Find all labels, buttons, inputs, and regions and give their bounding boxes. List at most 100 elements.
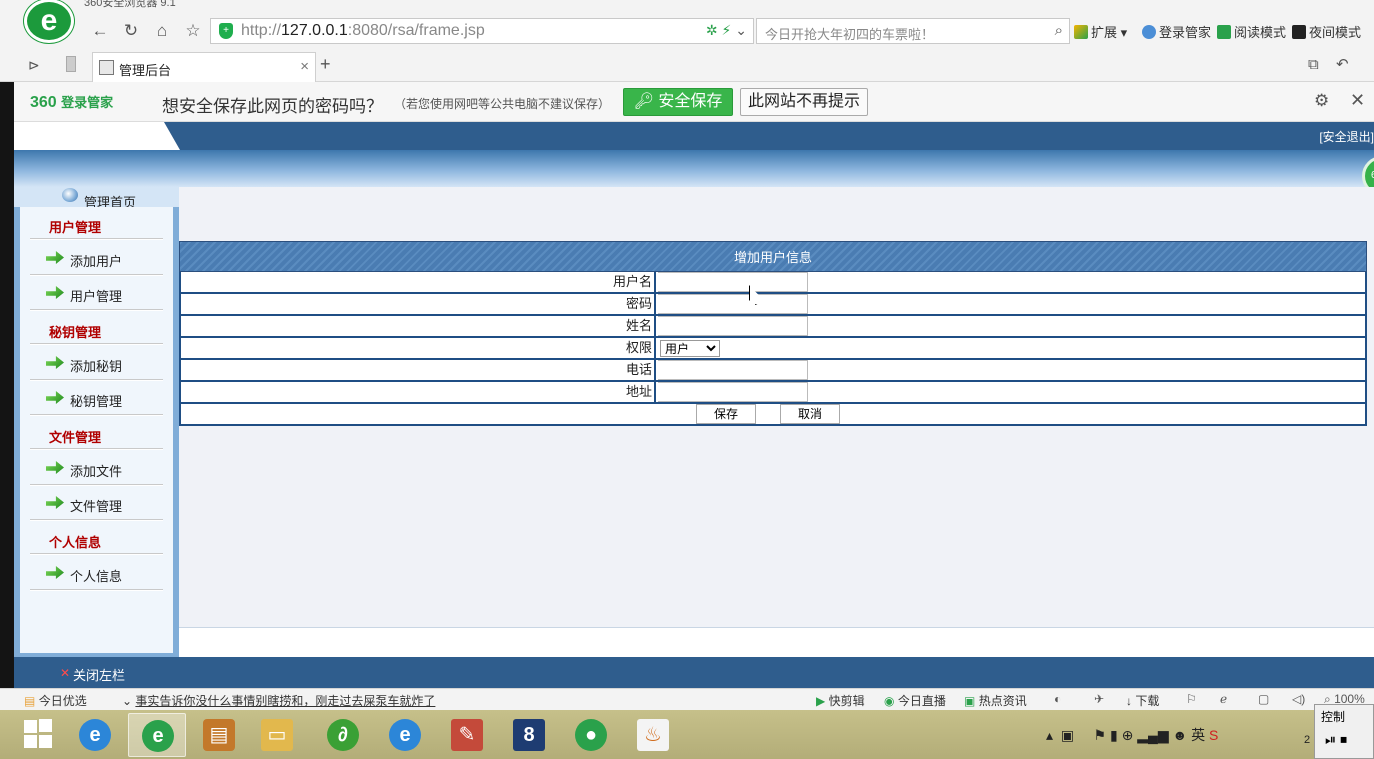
browser360-taskbar-icon[interactable]: e bbox=[128, 713, 186, 757]
close-sidebar-icon[interactable]: ✕ bbox=[60, 666, 70, 680]
accelerate-icon[interactable]: ◐ bbox=[1054, 692, 1061, 706]
play-pause-icon[interactable]: ⏯ bbox=[1325, 731, 1336, 747]
window-icon[interactable]: ▢ bbox=[1258, 692, 1269, 706]
control-label: 控制 bbox=[1321, 710, 1346, 724]
cancel-button[interactable]: 取消 bbox=[780, 404, 840, 424]
today-picks[interactable]: ▤ 今日优选 bbox=[24, 692, 87, 709]
close-icon[interactable]: ✕ bbox=[1350, 90, 1365, 111]
clock[interactable]: 2 bbox=[1304, 734, 1310, 746]
key-icon: 🔑︎ bbox=[633, 93, 654, 110]
stop-icon[interactable]: ⏹ bbox=[1340, 731, 1347, 747]
tray-lang[interactable]: 英 bbox=[1191, 727, 1205, 743]
sidebar-item-label: 添加文件 bbox=[70, 464, 123, 479]
java-taskbar-icon[interactable]: ♨ bbox=[624, 713, 682, 757]
gear-icon[interactable]: ⚙ bbox=[1314, 91, 1329, 111]
lightning-icon[interactable]: ⚡ bbox=[722, 22, 732, 38]
sidebar-item-label: 用户管理 bbox=[70, 289, 123, 304]
undo-close-icon[interactable]: ↶ bbox=[1336, 55, 1349, 73]
reading-mode-button[interactable]: 阅读模式 bbox=[1217, 22, 1286, 41]
flag-icon[interactable]: ⚐ bbox=[1186, 692, 1197, 706]
menu-group-user[interactable]: 用户管理 bbox=[30, 207, 163, 239]
sidebar-toggle-icon[interactable]: ⊳ bbox=[28, 57, 40, 74]
pin-icon[interactable]: ✈ bbox=[1094, 692, 1104, 706]
menu-group-file[interactable]: 文件管理 bbox=[30, 417, 163, 449]
address-url[interactable]: http://127.0.0.1:8080/rsa/frame.jsp bbox=[241, 22, 485, 40]
tray-update-icon[interactable]: ⊕ bbox=[1122, 727, 1134, 743]
editor-taskbar-icon[interactable]: 8 bbox=[500, 713, 558, 757]
download-button[interactable]: ↓ 下载 bbox=[1126, 692, 1159, 709]
tray-flag-icon[interactable]: ⚑ bbox=[1094, 727, 1107, 743]
refresh-icon[interactable]: ↻ bbox=[120, 20, 142, 42]
sidebar-item-key-management[interactable]: 秘钥管理 bbox=[30, 380, 163, 415]
tab-admin[interactable]: 管理后台 × bbox=[92, 52, 316, 82]
ie-taskbar-icon[interactable]: e bbox=[66, 713, 124, 757]
news-ticker[interactable]: ⌄ 事实告诉你没什么事情别瞎捞和，刚走过去屎泵车就炸了 bbox=[122, 692, 435, 709]
tray-app-icon[interactable]: ▣ bbox=[1061, 727, 1074, 743]
role-select[interactable]: 用户 bbox=[660, 340, 720, 357]
new-tab-button[interactable]: + bbox=[320, 54, 331, 75]
windows-start-icon[interactable] bbox=[24, 719, 54, 749]
never-prompt-button[interactable]: 此网站不再提示 bbox=[740, 88, 868, 116]
star-icon[interactable]: ☆ bbox=[182, 20, 204, 42]
page-favicon-icon bbox=[99, 60, 114, 75]
username-input[interactable] bbox=[658, 272, 808, 292]
sidebar-item-file-management[interactable]: 文件管理 bbox=[30, 485, 163, 520]
tray-ime-icon[interactable]: S bbox=[1209, 727, 1218, 743]
tray-expand-icon[interactable]: ▴ bbox=[1046, 727, 1053, 743]
back-icon[interactable]: ← bbox=[89, 20, 111, 42]
save-button[interactable]: 保存 bbox=[696, 404, 756, 424]
notepad-taskbar-icon[interactable]: ✎ bbox=[438, 713, 496, 757]
control-buttons[interactable]: ⏯ ⏹ bbox=[1325, 731, 1347, 748]
tray-device-icon[interactable]: ▮ bbox=[1110, 727, 1118, 743]
address-bar[interactable]: + http://127.0.0.1:8080/rsa/frame.jsp ✲ … bbox=[210, 18, 754, 44]
hot-news-button[interactable]: ▣ 热点资讯 bbox=[964, 692, 1027, 709]
safe-save-label: 安全保存 bbox=[658, 93, 723, 110]
search-icon[interactable]: ⌕ bbox=[1055, 22, 1063, 39]
brand-text: 登录管家 bbox=[61, 95, 114, 110]
logout-link[interactable]: [安全退出] bbox=[1319, 128, 1374, 145]
phone-input[interactable] bbox=[658, 360, 808, 380]
tray-network-icon[interactable]: ▂▄▆ bbox=[1137, 727, 1168, 743]
address-input[interactable] bbox=[658, 382, 808, 402]
name-input[interactable] bbox=[658, 316, 808, 336]
tab-bar: ⊳ 管理后台 × + ⧉ ↶ bbox=[0, 48, 1374, 82]
safe-save-button[interactable]: 🔑︎ 安全保存 bbox=[623, 88, 733, 116]
reading-mode-label: 阅读模式 bbox=[1234, 25, 1287, 40]
login-manager-brand: 360 登录管家 bbox=[30, 92, 113, 112]
system-tray[interactable]: ▴ ▣ ⚑ ▮ ⊕ ▂▄▆ ☻ 英 S bbox=[1046, 725, 1218, 745]
password-input[interactable] bbox=[658, 294, 808, 314]
search-input[interactable]: 今日开抢大年初四的车票啦！ ⌕ bbox=[756, 18, 1070, 44]
tab-close-icon[interactable]: × bbox=[300, 58, 309, 75]
menu-group-key[interactable]: 秘钥管理 bbox=[30, 312, 163, 344]
sidebar-item-user-management[interactable]: 用户管理 bbox=[30, 275, 163, 310]
live-button[interactable]: ◉ 今日直播 bbox=[884, 692, 946, 709]
home-icon[interactable]: ⌂ bbox=[151, 20, 173, 42]
login-manager-button[interactable]: 登录管家 bbox=[1142, 22, 1211, 41]
control-popup[interactable]: 控制 ⏯ ⏹ bbox=[1314, 704, 1374, 759]
ie2-taskbar-icon[interactable]: e bbox=[376, 713, 434, 757]
notebook-taskbar-icon[interactable]: ▤ bbox=[190, 713, 248, 757]
news-link[interactable]: 事实告诉你没什么事情别瞎捞和，刚走过去屎泵车就炸了 bbox=[135, 694, 435, 708]
restore-window-icon[interactable]: ⧉ bbox=[1308, 56, 1319, 73]
speed-icon[interactable]: ✲ bbox=[706, 22, 718, 38]
ie-mode-icon[interactable]: ℯ bbox=[1220, 692, 1227, 706]
sidebar-item-profile[interactable]: 个人信息 bbox=[30, 555, 163, 590]
volume-icon[interactable]: ◁) bbox=[1292, 692, 1305, 706]
close-sidebar-link[interactable]: 关闭左栏 bbox=[73, 665, 125, 684]
address-label: 地址 bbox=[181, 382, 656, 402]
chevron-down-icon[interactable]: ⌄ bbox=[735, 22, 747, 38]
sidebar-item-add-file[interactable]: 添加文件 bbox=[30, 450, 163, 485]
tray-qq-icon[interactable]: ☻ bbox=[1173, 727, 1188, 743]
sidebar-home[interactable]: 管理首页 bbox=[14, 187, 179, 210]
dreamweaver-taskbar-icon[interactable]: ∂ bbox=[314, 713, 372, 757]
tab-list-icon[interactable] bbox=[66, 56, 76, 72]
menu-group-profile[interactable]: 个人信息 bbox=[30, 522, 163, 554]
file-explorer-taskbar-icon[interactable]: ▭ bbox=[248, 713, 306, 757]
quick-clip-button[interactable]: ▶ 快剪辑 bbox=[816, 692, 865, 709]
address-actions[interactable]: ✲ ⚡ ⌄ bbox=[706, 22, 747, 39]
chat-taskbar-icon[interactable]: ● bbox=[562, 713, 620, 757]
sidebar-item-add-user[interactable]: 添加用户 bbox=[30, 240, 163, 275]
sidebar-item-add-key[interactable]: 添加秘钥 bbox=[30, 345, 163, 380]
extensions-button[interactable]: 扩展 ▾ bbox=[1074, 22, 1127, 41]
night-mode-button[interactable]: 夜间模式 bbox=[1292, 22, 1361, 41]
